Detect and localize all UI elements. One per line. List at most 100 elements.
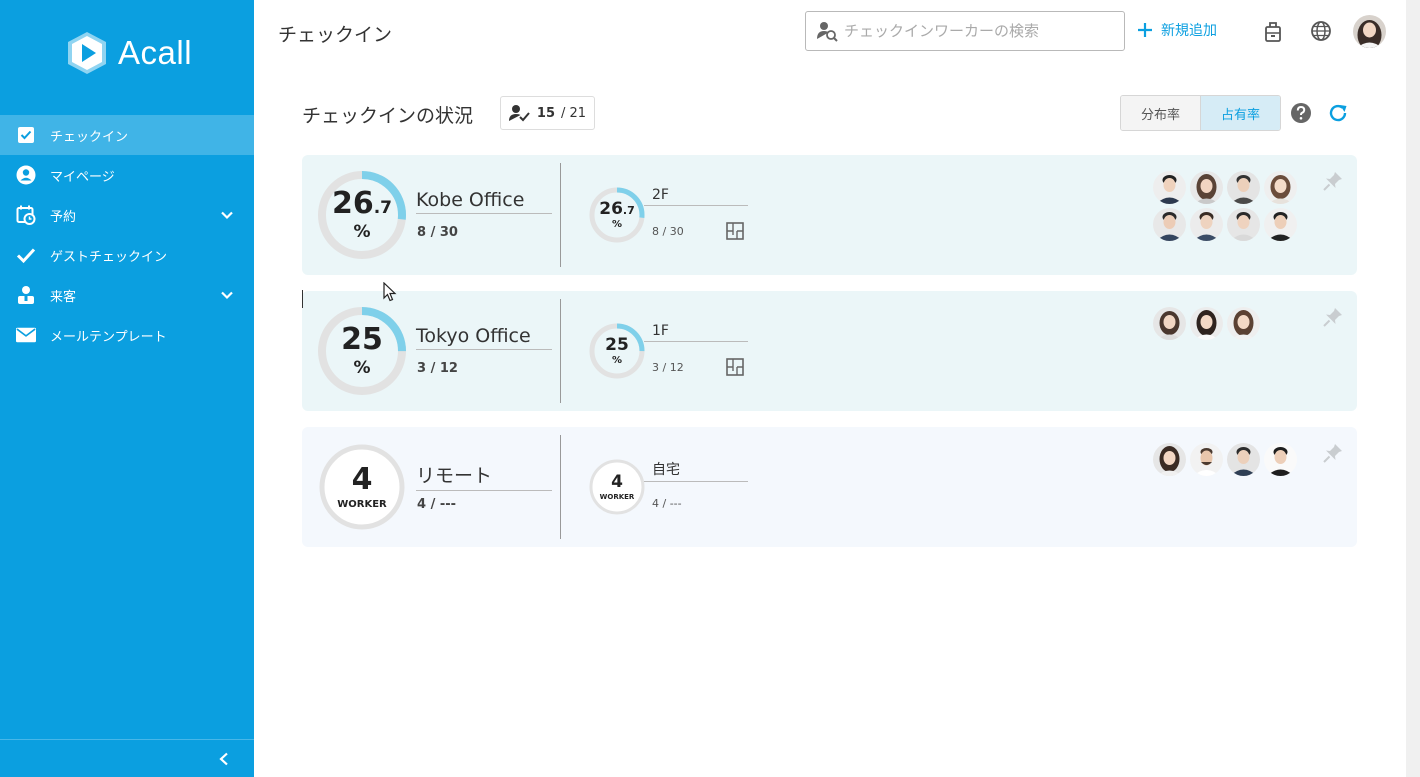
acall-logo-icon bbox=[68, 32, 106, 74]
user-avatar[interactable] bbox=[1353, 15, 1386, 48]
sidebar-item-label: マイページ bbox=[50, 169, 115, 185]
pin-icon[interactable] bbox=[1323, 171, 1343, 191]
rate-integer: 25 bbox=[341, 322, 383, 357]
floor-worker-count: 4 bbox=[611, 472, 623, 492]
location-name: Kobe Office bbox=[416, 189, 552, 214]
location-name: リモート bbox=[416, 461, 552, 491]
scrollbar[interactable] bbox=[1406, 0, 1420, 777]
worker-avatar[interactable] bbox=[1227, 307, 1260, 340]
checked-in-avatars bbox=[1153, 443, 1303, 476]
occupancy-value: 25 % bbox=[316, 305, 408, 397]
sidebar-nav: チェックイン マイページ 予約 ゲストチェックイン 来客 メールテンプレート bbox=[0, 115, 254, 355]
location-card-kobe[interactable]: 26.7 % Kobe Office 8 / 30 26.7 % 2F 8 / … bbox=[302, 155, 1357, 275]
floor-occupancy-value: 25 % bbox=[588, 322, 646, 380]
floor-name[interactable]: 2F bbox=[644, 187, 748, 206]
mail-icon bbox=[16, 325, 36, 345]
worker-avatar[interactable] bbox=[1264, 443, 1297, 476]
worker-avatar[interactable] bbox=[1264, 208, 1297, 241]
location-card-remote[interactable]: 4 WORKER リモート 4 / --- 4 WORKER 自宅 4 / --… bbox=[302, 427, 1357, 547]
sidebar-item-guest-checkin[interactable]: ゲストチェックイン bbox=[0, 235, 254, 275]
total-count: / 21 bbox=[561, 105, 587, 121]
search-input[interactable] bbox=[844, 22, 1114, 40]
floor-rate-unit: % bbox=[611, 355, 623, 366]
sidebar-item-label: 予約 bbox=[50, 209, 77, 225]
location-count: 3 / 12 bbox=[417, 361, 458, 376]
logo[interactable]: Acall bbox=[64, 30, 192, 76]
checked-in-avatars bbox=[1153, 171, 1303, 241]
chevron-left-icon bbox=[219, 752, 228, 766]
worker-avatar[interactable] bbox=[1190, 171, 1223, 204]
floor-map-icon[interactable] bbox=[726, 222, 744, 240]
user-check-icon bbox=[508, 105, 530, 122]
floor-worker-unit: WORKER bbox=[599, 493, 635, 501]
occupancy-rate-option[interactable]: 占有率 bbox=[1201, 96, 1280, 130]
sidebar-item-mypage[interactable]: マイページ bbox=[0, 155, 254, 195]
worker-search[interactable] bbox=[805, 11, 1125, 51]
rate-integer: 26 bbox=[331, 186, 374, 221]
floor-count: 3 / 12 bbox=[652, 361, 684, 374]
worker-avatar[interactable] bbox=[1227, 171, 1260, 204]
occupancy-value: 26.7 % bbox=[316, 169, 408, 261]
chevron-down-icon[interactable] bbox=[220, 208, 234, 222]
pin-icon[interactable] bbox=[1323, 443, 1343, 463]
sidebar-item-label: チェックイン bbox=[50, 129, 129, 145]
visitor-icon bbox=[16, 285, 36, 305]
rate-decimal: .7 bbox=[373, 198, 393, 218]
worker-avatar[interactable] bbox=[1153, 208, 1186, 241]
floor-count: 4 / --- bbox=[652, 497, 682, 510]
divider bbox=[560, 163, 561, 267]
user-search-icon bbox=[817, 22, 838, 42]
worker-avatar[interactable] bbox=[1190, 208, 1223, 241]
user-circle-icon bbox=[16, 165, 36, 185]
sidebar-item-mail-template[interactable]: メールテンプレート bbox=[0, 315, 254, 355]
sidebar-item-label: 来客 bbox=[50, 289, 77, 305]
floor-occupancy-value: 26.7 % bbox=[588, 186, 646, 244]
sidebar: Acall チェックイン マイページ 予約 ゲストチェックイン 来客 メールテン… bbox=[0, 0, 254, 777]
chevron-down-icon[interactable] bbox=[220, 288, 234, 302]
worker-avatar[interactable] bbox=[1190, 307, 1223, 340]
floor-rate-integer: 26 bbox=[599, 199, 623, 219]
pin-icon[interactable] bbox=[1323, 307, 1343, 327]
sidebar-item-checkin[interactable]: チェックイン bbox=[0, 115, 254, 155]
sidebar-item-label: ゲストチェックイン bbox=[50, 249, 168, 265]
page-title: チェックイン bbox=[278, 24, 393, 46]
calendar-clock-icon bbox=[16, 205, 36, 225]
help-icon[interactable] bbox=[1290, 102, 1312, 124]
globe-icon[interactable] bbox=[1310, 20, 1332, 42]
worker-avatar[interactable] bbox=[1190, 443, 1223, 476]
checkin-count-badge: 15 / 21 bbox=[500, 96, 595, 130]
add-new-button[interactable]: 新規追加 bbox=[1137, 20, 1217, 40]
add-new-label: 新規追加 bbox=[1161, 23, 1217, 39]
sidebar-collapse-button[interactable] bbox=[0, 739, 254, 777]
location-count: 4 / --- bbox=[417, 497, 457, 512]
floor-name[interactable]: 自宅 bbox=[644, 459, 748, 482]
divider bbox=[560, 435, 561, 539]
refresh-icon[interactable] bbox=[1327, 102, 1349, 124]
distribution-rate-option[interactable]: 分布率 bbox=[1121, 96, 1201, 130]
worker-avatar[interactable] bbox=[1153, 307, 1186, 340]
worker-avatar[interactable] bbox=[1264, 171, 1297, 204]
location-name: Tokyo Office bbox=[416, 325, 552, 350]
floor-name[interactable]: 1F bbox=[644, 323, 748, 342]
sidebar-item-visitor[interactable]: 来客 bbox=[0, 275, 254, 315]
rate-mode-toggle: 分布率 占有率 bbox=[1120, 95, 1281, 131]
worker-avatar[interactable] bbox=[1153, 171, 1186, 204]
floor-rate-decimal: .7 bbox=[622, 204, 635, 217]
locker-icon[interactable] bbox=[1262, 20, 1284, 42]
worker-avatar[interactable] bbox=[1227, 443, 1260, 476]
logo-text: Acall bbox=[118, 34, 193, 71]
plus-icon bbox=[1138, 23, 1152, 37]
checkbox-icon bbox=[16, 125, 36, 145]
worker-value: 4 WORKER bbox=[316, 441, 408, 533]
sidebar-item-label: メールテンプレート bbox=[50, 329, 167, 345]
location-card-tokyo[interactable]: 25 % Tokyo Office 3 / 12 25 % 1F 3 / 12 bbox=[302, 291, 1357, 411]
worker-avatar[interactable] bbox=[1153, 443, 1186, 476]
divider bbox=[560, 299, 561, 403]
sidebar-item-reservation[interactable]: 予約 bbox=[0, 195, 254, 235]
worker-unit: WORKER bbox=[337, 498, 387, 510]
floor-map-icon[interactable] bbox=[726, 358, 744, 376]
rate-unit: % bbox=[353, 358, 371, 378]
location-count: 8 / 30 bbox=[417, 225, 458, 240]
worker-avatar[interactable] bbox=[1227, 208, 1260, 241]
floor-rate-integer: 25 bbox=[605, 335, 629, 355]
